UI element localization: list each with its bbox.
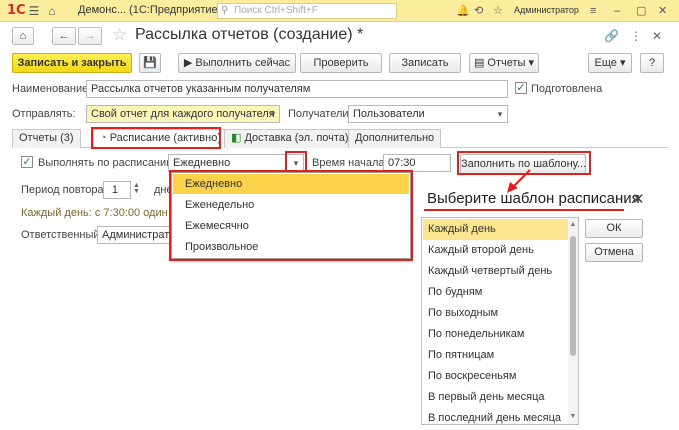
- maximize-icon[interactable]: ▢: [636, 3, 646, 19]
- run-by-schedule-label: Выполнять по расписанию:: [38, 157, 178, 169]
- home-nav-icon: ⌂: [19, 30, 27, 42]
- chevron-down-icon[interactable]: ▾: [266, 106, 280, 122]
- more-button[interactable]: Еще ▾: [588, 53, 632, 73]
- annotation-tab-highlight: [91, 127, 221, 149]
- period-input[interactable]: 1: [103, 181, 131, 199]
- annotation-arrow: [507, 169, 531, 193]
- delivery-icon: ◧: [231, 132, 245, 144]
- template-item[interactable]: По пятницам: [423, 345, 568, 366]
- reports-label: Отчеты: [487, 57, 526, 69]
- reports-icon: ▤: [473, 57, 488, 69]
- arrow-right-icon: →: [84, 30, 96, 42]
- run-now-button[interactable]: ▶ Выполнить сейчас: [178, 53, 296, 73]
- settings-icon[interactable]: ≡: [590, 3, 596, 19]
- save-and-close-button[interactable]: Записать и закрыть: [12, 53, 132, 73]
- form-title: Рассылка отчетов (создание) *: [135, 26, 364, 43]
- favorite-star-icon[interactable]: ☆: [112, 25, 127, 45]
- more-label: Еще: [594, 57, 617, 69]
- search-icon: ⚲: [221, 5, 229, 16]
- send-select[interactable]: Свой отчет для каждого получателя: [86, 105, 280, 123]
- scroll-thumb[interactable]: [570, 236, 576, 356]
- check-button[interactable]: Проверить: [300, 53, 382, 73]
- send-label: Отправлять:: [12, 108, 76, 120]
- search-input[interactable]: ⚲ Поиск Ctrl+Shift+F: [217, 3, 397, 19]
- floppy-disk-icon: 💾: [143, 57, 157, 69]
- chevron-down-icon: ▾: [616, 57, 626, 69]
- recipients-label: Получатели:: [288, 108, 352, 120]
- app-title: Демонс... (1С:Предприятие): [78, 4, 222, 16]
- history-icon[interactable]: ⟲: [474, 3, 483, 19]
- run-by-schedule-checkbox[interactable]: ✓: [21, 156, 33, 168]
- home-icon[interactable]: ⌂: [44, 3, 60, 19]
- scroll-up-icon[interactable]: ▲: [568, 220, 578, 230]
- help-button[interactable]: ?: [640, 53, 664, 73]
- link-icon[interactable]: 🔗: [604, 29, 619, 43]
- title-bar: 1С ☰ ⌂ Демонс... (1С:Предприятие) ⚲ Поис…: [0, 0, 679, 22]
- recipients-select[interactable]: Пользователи: [348, 105, 508, 123]
- close-form-icon[interactable]: ✕: [652, 29, 662, 43]
- template-item[interactable]: По понедельникам: [423, 324, 568, 345]
- start-time-label: Время начала:: [312, 157, 388, 169]
- responsible-label: Ответственный:: [21, 229, 103, 241]
- template-list[interactable]: Каждый день Каждый второй день Каждый че…: [421, 217, 579, 425]
- name-input[interactable]: Рассылка отчетов указанным получателям: [86, 80, 508, 98]
- schedule-type-value: Ежедневно: [173, 157, 231, 169]
- back-button[interactable]: ←: [52, 27, 76, 45]
- save-disk-button[interactable]: 💾: [139, 53, 161, 73]
- close-icon[interactable]: ✕: [632, 190, 645, 208]
- nav-row: ⌂ ← → ☆ Рассылка отчетов (создание) * 🔗 …: [0, 22, 679, 50]
- bell-icon[interactable]: 🔔: [456, 3, 470, 19]
- template-item[interactable]: По будням: [423, 282, 568, 303]
- user-name[interactable]: Администратор: [514, 5, 579, 15]
- annotation-title-underline: [424, 209, 624, 211]
- ok-button[interactable]: ОК: [585, 219, 643, 238]
- search-placeholder: Поиск Ctrl+Shift+F: [234, 5, 318, 16]
- save-button[interactable]: Записать: [389, 53, 461, 73]
- scrollbar[interactable]: ▲ ▼: [568, 218, 578, 424]
- minimize-icon[interactable]: –: [614, 3, 620, 19]
- reports-button[interactable]: ▤ Отчеты ▾: [469, 53, 539, 73]
- schedule-summary-link[interactable]: Каждый день: с 7:30:00 один раз: [21, 207, 188, 219]
- template-item[interactable]: Каждый день: [423, 219, 568, 240]
- page: 1С ☰ ⌂ Демонс... (1С:Предприятие) ⚲ Поис…: [0, 0, 679, 430]
- arrow-left-icon: ←: [58, 30, 70, 42]
- close-window-icon[interactable]: ✕: [658, 3, 667, 19]
- tab-delivery[interactable]: ◧ Доставка (эл. почта): [224, 129, 356, 148]
- cancel-button[interactable]: Отмена: [585, 243, 643, 262]
- template-item[interactable]: По выходным: [423, 303, 568, 324]
- run-now-label: Выполнить сейчас: [195, 57, 291, 69]
- template-item[interactable]: В последний день месяца: [423, 408, 568, 424]
- tab-reports-label: Отчеты (3): [19, 132, 74, 144]
- chevron-down-icon[interactable]: ▾: [493, 106, 507, 122]
- logo-1c: 1С: [7, 3, 26, 18]
- play-icon: ▶: [183, 57, 196, 69]
- favorites-icon[interactable]: ☆: [493, 3, 503, 19]
- stepper-icon[interactable]: ▲ ▼: [133, 182, 140, 195]
- template-item[interactable]: По воскресеньям: [423, 366, 568, 387]
- tab-additional-label: Дополнительно: [355, 132, 435, 144]
- annotation-dropdown-list: [169, 170, 413, 261]
- scroll-down-icon[interactable]: ▼: [568, 412, 578, 422]
- chevron-down-icon: ▾: [525, 57, 535, 69]
- menu-icon[interactable]: ☰: [26, 3, 42, 19]
- tab-delivery-label: Доставка (эл. почта): [244, 132, 349, 144]
- prepared-label: Подготовлена: [531, 83, 603, 95]
- template-item[interactable]: В первый день месяца: [423, 387, 568, 408]
- more-icon[interactable]: ⋮: [630, 29, 642, 43]
- template-item[interactable]: Каждый четвертый день: [423, 261, 568, 282]
- period-label: Период повтора:: [21, 184, 107, 196]
- name-label: Наименование:: [12, 83, 92, 95]
- home-button[interactable]: ⌂: [12, 27, 34, 45]
- tab-additional[interactable]: Дополнительно: [348, 129, 442, 148]
- tab-reports[interactable]: Отчеты (3): [12, 129, 81, 148]
- responsible-input[interactable]: Администратор: [97, 226, 177, 244]
- forward-button[interactable]: →: [78, 27, 102, 45]
- prepared-checkbox[interactable]: ✓: [515, 82, 527, 94]
- template-item[interactable]: Каждый второй день: [423, 240, 568, 261]
